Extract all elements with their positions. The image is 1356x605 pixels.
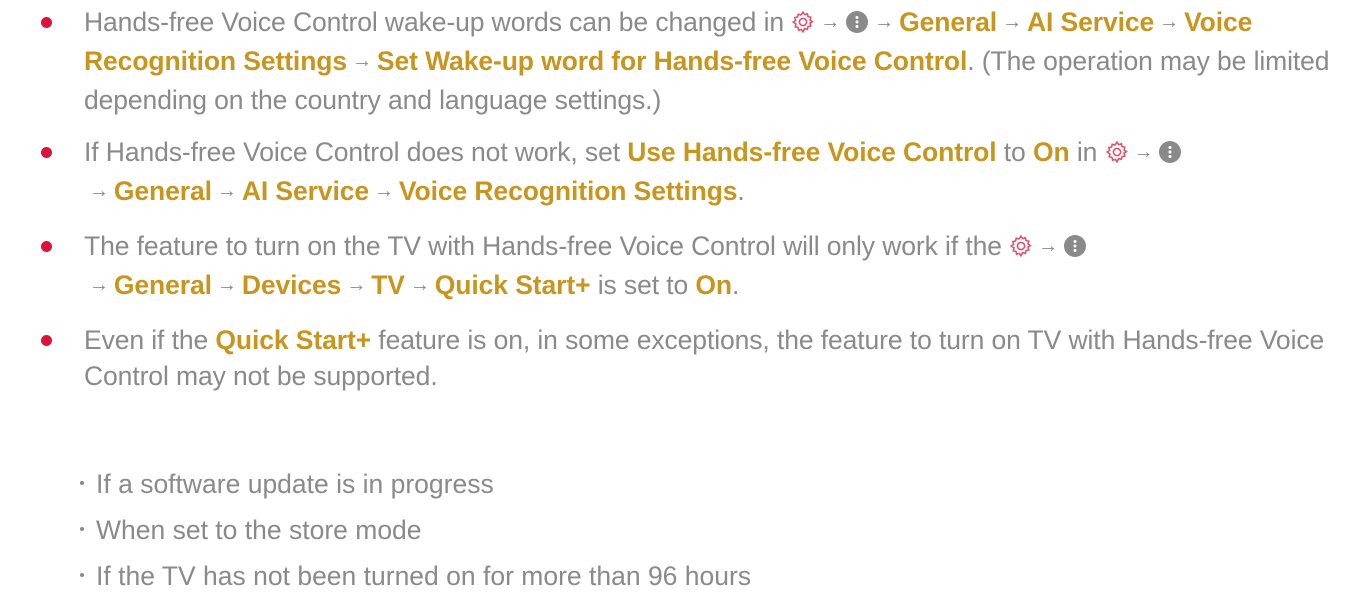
exception-item: If a software update is in progress [80,466,751,502]
arrow-icon: → [89,274,109,296]
exception-text: If the TV has not been turned on for mor… [96,561,752,591]
arrow-icon: → [1133,141,1154,163]
setting-value-on: On [1032,137,1070,167]
note-text: in [1069,137,1105,167]
note-text: to [996,137,1033,167]
arrow-icon: → [216,180,237,202]
exception-text: When set to the store mode [96,515,422,545]
menu-path-quick-start: Quick Start+ [434,270,591,300]
setting-value-on: On [695,270,733,300]
menu-path-general: General [899,7,998,37]
arrow-icon: → [346,274,367,296]
menu-path-tv: TV [371,270,405,300]
arrow-icon: → [820,11,841,33]
note-list: Hands-free Voice Control wake-up words c… [40,4,1340,394]
help-content: Hands-free Voice Control wake-up words c… [40,4,1340,591]
exception-item: When set to the store mode [80,512,751,548]
arrow-icon: → [216,274,237,296]
bullet-dot [41,147,52,158]
menu-path-general: General [113,270,212,300]
arrow-icon: → [1038,235,1059,257]
menu-path-set-wake-up-word: Set Wake-up word for Hands-free Voice Co… [376,46,968,76]
note-item-turn-on-tv: The feature to turn on the TV with Hands… [40,228,1340,306]
bullet-dot [41,17,52,28]
feature-quick-start: Quick Start+ [215,325,372,355]
bullet-dot [41,335,52,346]
more-icon [846,11,869,33]
sub-bullet-dot [80,527,84,531]
arrow-icon: → [89,180,109,202]
sub-bullet-dot [80,573,84,577]
note-text: Even if the [84,325,216,355]
menu-path-general: General [113,176,212,206]
note-item-wake-up-words: Hands-free Voice Control wake-up words c… [40,4,1340,118]
menu-path-ai-service: AI Service [1026,7,1155,37]
arrow-icon: → [409,274,430,296]
menu-path-devices: Devices [241,270,342,300]
exception-list: If a software update is in progress When… [80,466,751,604]
note-text: . [737,176,745,206]
exception-text: If a software update is in progress [96,469,494,499]
menu-path-ai-service: AI Service [241,176,369,206]
exception-item: If the TV has not been turned on for mor… [80,558,751,594]
bullet-dot [41,241,52,252]
arrow-icon: → [373,180,394,202]
arrow-icon: → [1002,11,1022,33]
more-icon [1159,141,1182,163]
arrow-icon: → [874,11,895,33]
note-text: . [732,270,740,300]
setting-use-hands-free-voice-control: Use Hands-free Voice Control [627,137,997,167]
arrow-icon: → [1159,11,1180,33]
arrow-icon: → [352,50,372,72]
note-item-hands-free-not-working: If Hands-free Voice Control does not wor… [40,134,1340,212]
sub-bullet-dot [80,481,84,485]
note-text: is set to [590,270,696,300]
gear-icon [1105,140,1128,164]
gear-icon [1009,234,1032,258]
gear-icon [792,10,815,34]
note-item-quick-start-exceptions: Even if the Quick Start+ feature is on, … [40,322,1340,394]
more-icon [1064,235,1087,257]
menu-path-voice-recognition-settings: Voice Recognition Settings [398,176,738,206]
note-text: If Hands-free Voice Control does not wor… [84,137,628,167]
note-text: The feature to turn on the TV with Hands… [84,231,1010,261]
note-text: Hands-free Voice Control wake-up words c… [84,7,792,37]
